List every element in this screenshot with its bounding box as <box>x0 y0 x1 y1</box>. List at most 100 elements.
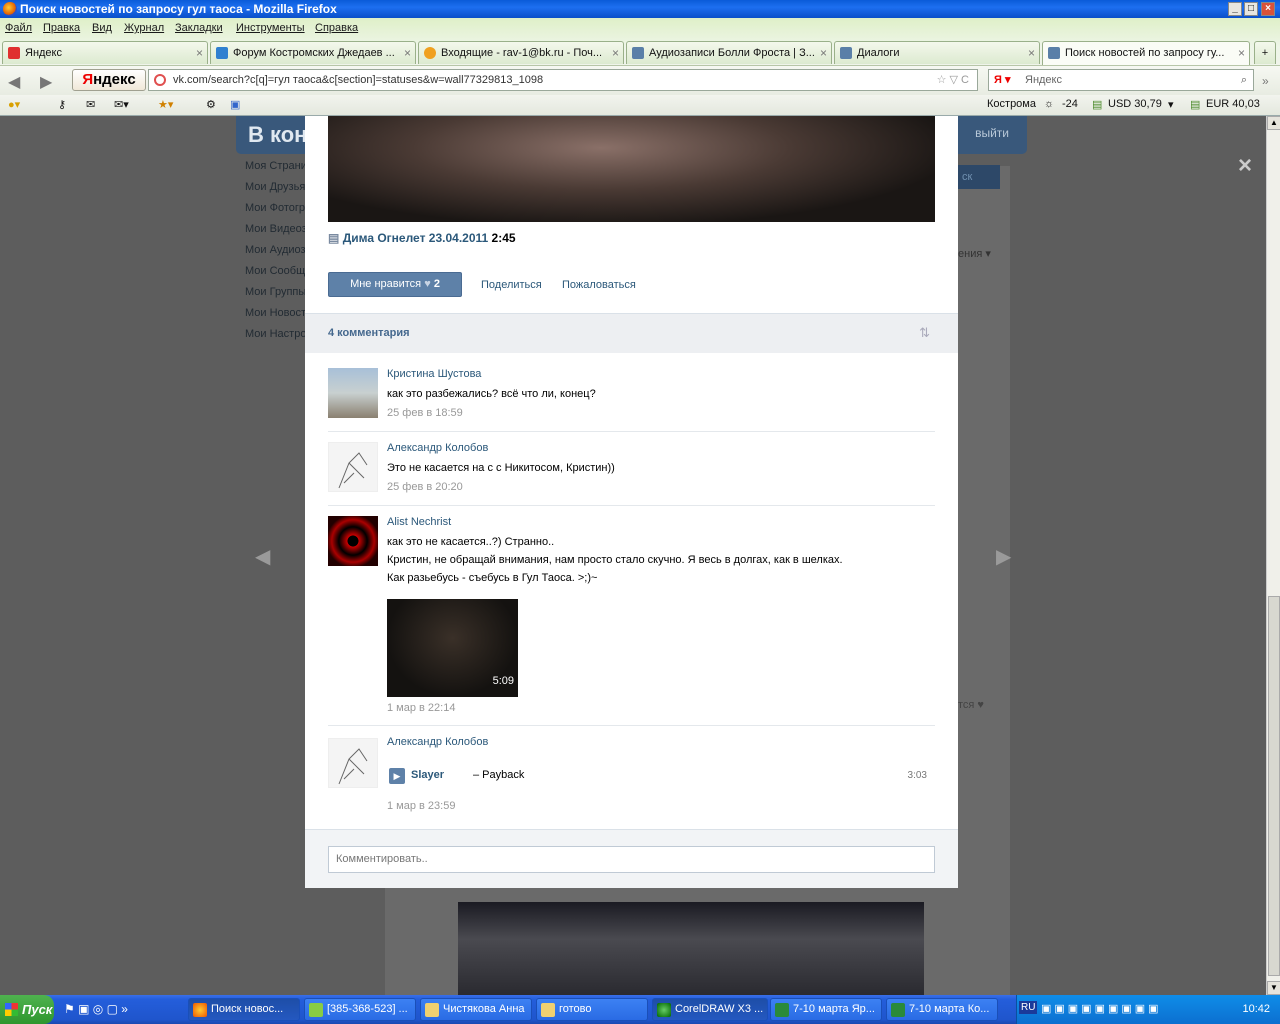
comment-author[interactable]: Кристина Шустова <box>387 368 481 380</box>
sidebar-item-videos[interactable]: Мои Видеоз <box>245 223 305 244</box>
sidebar-item-friends[interactable]: Мои Друзья <box>245 181 305 202</box>
menu-bookmarks[interactable]: Закладки <box>175 22 223 34</box>
logout-link[interactable]: выйти <box>975 126 1009 140</box>
comment-author[interactable]: Alist Nechrist <box>387 516 451 528</box>
tray-icons[interactable]: ▣▣▣▣▣▣▣▣▣ <box>1041 1002 1162 1015</box>
key-icon[interactable]: ⚷ <box>58 98 66 111</box>
yandex-search-icon[interactable]: Я ▾ <box>994 70 1010 90</box>
start-button[interactable]: Пуск <box>0 995 54 1024</box>
settings-icon[interactable]: ⚙ <box>206 98 216 111</box>
avatar[interactable] <box>328 738 378 788</box>
sort-arrows-icon[interactable]: ⇅ <box>919 325 930 341</box>
favorites-icon[interactable]: ★▾ <box>158 98 173 111</box>
weather-city[interactable]: Кострома <box>987 98 1036 110</box>
eur-rate[interactable]: EUR 40,03 <box>1206 98 1260 110</box>
attached-video-thumbnail[interactable]: 5:09 <box>387 599 518 697</box>
scroll-thumb[interactable] <box>1268 596 1280 976</box>
avatar[interactable] <box>328 442 378 492</box>
currency-dropdown-icon[interactable]: ▾ <box>1168 98 1174 111</box>
usd-rate[interactable]: USD 30,79 <box>1108 98 1162 110</box>
next-post-arrow-icon[interactable]: ▶ <box>996 544 1011 569</box>
menu-view[interactable]: Вид <box>92 22 112 34</box>
tab-close-icon[interactable]: × <box>1238 42 1245 64</box>
search-input[interactable]: Я ▾ Яндекс ⌕ <box>988 69 1254 91</box>
tab-dialogs[interactable]: Диалоги × <box>834 41 1040 64</box>
avatar[interactable] <box>328 516 378 566</box>
vk-bg-video[interactable] <box>458 902 924 995</box>
tab-search-news[interactable]: Поиск новостей по запросу гу... × <box>1042 41 1250 65</box>
maximize-button[interactable]: □ <box>1244 2 1258 16</box>
vk-toolbar-icon[interactable]: ▣ <box>230 98 240 111</box>
site-identity-icon[interactable] <box>154 74 166 86</box>
menu-history[interactable]: Журнал <box>124 22 164 34</box>
star-icon[interactable]: ☆ ▽ C <box>937 70 969 90</box>
tab-close-icon[interactable]: × <box>196 42 203 64</box>
report-link[interactable]: Пожаловаться <box>562 279 636 291</box>
contacts-icon[interactable]: ✉▾ <box>114 98 129 111</box>
comment-input[interactable]: Комментировать.. <box>328 846 935 873</box>
clock[interactable]: 10:42 <box>1242 1003 1270 1015</box>
video-caption[interactable]: ▤ Дима Огнелет 23.04.2011 2:45 <box>328 231 516 245</box>
comment-date[interactable]: 25 фев в 20:20 <box>387 481 463 493</box>
task-excel-2[interactable]: 7-10 марта Ко... <box>886 998 998 1021</box>
comment-date[interactable]: 1 мар в 22:14 <box>387 702 455 714</box>
chat-icon[interactable]: ●▾ <box>8 98 20 111</box>
scroll-down-icon[interactable]: ▼ <box>1267 981 1280 995</box>
magnifier-icon[interactable]: ⌕ <box>1241 70 1247 90</box>
audio-artist[interactable]: Slayer <box>411 769 444 781</box>
tab-close-icon[interactable]: × <box>1028 42 1035 64</box>
comment-date[interactable]: 25 фев в 18:59 <box>387 407 463 419</box>
comment-author[interactable]: Александр Колобов <box>387 442 488 454</box>
sidebar-item-photos[interactable]: Мои Фотогр <box>245 202 305 223</box>
sidebar-item-messages[interactable]: Мои Сообще <box>245 265 305 286</box>
back-arrow-icon[interactable]: ◀ <box>8 72 20 92</box>
like-button[interactable]: Мне нравится ♥ 2 <box>328 272 462 297</box>
close-button[interactable]: × <box>1261 2 1275 16</box>
tab-audio[interactable]: Аудиозаписи Болли Фроста | З... × <box>626 41 832 64</box>
menu-edit[interactable]: Правка <box>43 22 80 34</box>
menu-tools[interactable]: Инструменты <box>236 22 305 34</box>
window-title-bar[interactable]: Поиск новостей по запросу гул таоса - Mo… <box>0 0 1280 18</box>
minimize-button[interactable]: _ <box>1228 2 1242 16</box>
forward-arrow-icon[interactable]: ▶ <box>40 72 52 92</box>
tab-close-icon[interactable]: × <box>404 42 411 64</box>
yandex-button[interactable]: Яндекс <box>72 69 146 91</box>
sidebar-item-groups[interactable]: Мои Группы <box>245 286 305 307</box>
tab-yandex[interactable]: Яндекс × <box>2 41 208 64</box>
toolbar-overflow-icon[interactable]: » <box>1262 74 1269 88</box>
page-scrollbar[interactable]: ▲ ▼ <box>1266 116 1280 995</box>
vk-bg-like[interactable]: тся ♥ <box>958 699 984 711</box>
sidebar-item-audio[interactable]: Мои Аудиоз <box>245 244 305 265</box>
tab-close-icon[interactable]: × <box>612 42 619 64</box>
avatar[interactable] <box>328 368 378 418</box>
menu-file[interactable]: Файл <box>5 22 32 34</box>
sidebar-item-page[interactable]: Моя Страни <box>245 160 305 181</box>
vk-search-button[interactable]: ск <box>958 165 1000 189</box>
share-link[interactable]: Поделиться <box>481 279 542 291</box>
language-indicator[interactable]: RU <box>1019 1001 1038 1014</box>
comment-date[interactable]: 1 мар в 23:59 <box>387 800 455 812</box>
new-tab-button[interactable]: + <box>1254 41 1276 64</box>
task-folder-chistyakova[interactable]: Чистякова Анна <box>420 998 532 1021</box>
post-video[interactable] <box>328 116 935 222</box>
mail-toolbar-icon[interactable]: ✉ <box>86 98 95 111</box>
tab-mail[interactable]: Входящие - rav-1@bk.ru - Поч... × <box>418 41 624 64</box>
vk-logo[interactable]: В кон <box>248 122 307 148</box>
comment-author[interactable]: Александр Колобов <box>387 736 488 748</box>
task-firefox[interactable]: Поиск новос... <box>188 998 300 1021</box>
task-coreldraw[interactable]: CorelDRAW X3 ... <box>652 998 768 1021</box>
vk-sort-dropdown[interactable]: ения ▾ <box>958 247 991 260</box>
scroll-up-icon[interactable]: ▲ <box>1267 116 1280 130</box>
task-excel-1[interactable]: 7-10 марта Яр... <box>770 998 882 1021</box>
modal-close-icon[interactable]: × <box>1238 152 1252 180</box>
sidebar-item-news[interactable]: Мои Новост <box>245 307 305 328</box>
play-icon[interactable]: ▶ <box>389 768 405 784</box>
prev-post-arrow-icon[interactable]: ◀ <box>255 544 270 569</box>
tab-forum[interactable]: Форум Костромских Джедаев ... × <box>210 41 416 64</box>
task-icq[interactable]: [385-368-523] ... <box>304 998 416 1021</box>
tab-close-icon[interactable]: × <box>820 42 827 64</box>
sidebar-item-settings[interactable]: Мои Настро <box>245 328 305 349</box>
task-folder-gotovo[interactable]: готово <box>536 998 648 1021</box>
url-bar[interactable]: vk.com/search?c[q]=гул таоса&c[section]=… <box>148 69 978 91</box>
quicklaunch-icons[interactable]: ⚑ ▣ ◎ ▢ » <box>64 1002 128 1016</box>
